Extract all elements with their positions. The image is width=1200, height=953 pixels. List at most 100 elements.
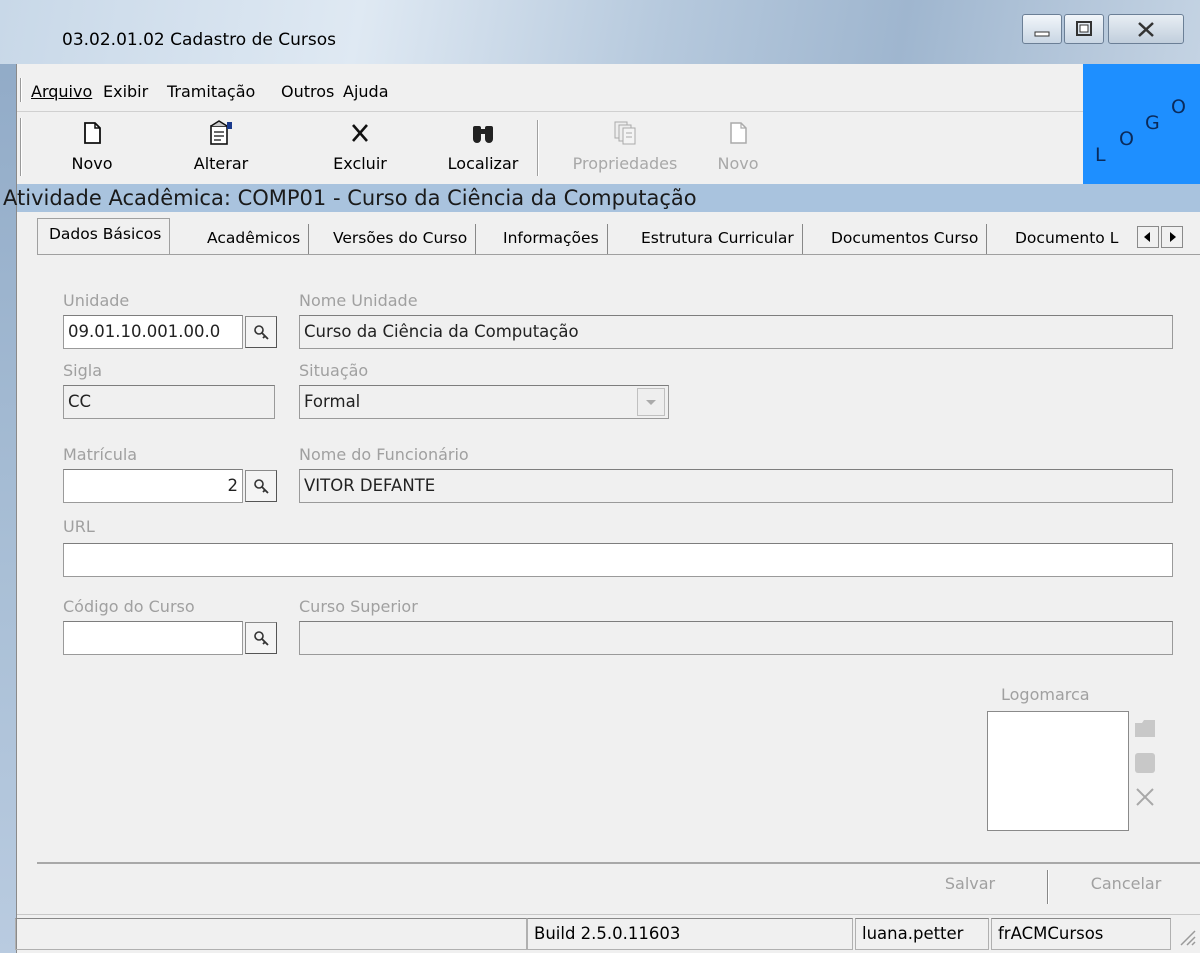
novo2-label: Novo xyxy=(717,154,759,173)
tab-academicos[interactable]: Acadêmicos xyxy=(199,224,310,256)
dados-basicos-panel: Unidade 09.01.10.001.00.0 Nome Unidade C… xyxy=(37,254,1200,864)
client-area: Arquivo Exibir Tramitação Outros Ajuda N… xyxy=(3,64,1200,953)
tab-informacoes-label: Informações xyxy=(503,229,599,247)
localizar-button[interactable]: Localizar xyxy=(437,114,529,182)
tab-versoes-do-curso[interactable]: Versões do Curso xyxy=(325,224,477,256)
tab-dados-basicos-label: Dados Básicos xyxy=(49,225,162,243)
logo-letter-l: L xyxy=(1095,144,1106,166)
footer-separator xyxy=(1047,870,1049,904)
menu-exibir-label: Exibir xyxy=(103,82,149,101)
application-window: 03.02.01.02 Cadastro de Cursos Arquivo E… xyxy=(0,0,1200,953)
edit-document-icon xyxy=(183,120,259,146)
menu-tramitacao[interactable]: Tramitação xyxy=(167,82,255,101)
propriedades-label: Propriedades xyxy=(572,154,678,173)
activity-title: Atividade Acadêmica: COMP01 - Curso da C… xyxy=(3,186,697,210)
novo-button[interactable]: Novo xyxy=(57,114,127,182)
excluir-button[interactable]: Excluir xyxy=(325,114,395,182)
logo-letter-o1: O xyxy=(1119,128,1134,150)
salvar-button[interactable]: Salvar xyxy=(907,864,1033,904)
properties-icon xyxy=(565,120,685,146)
title-bar[interactable]: 03.02.01.02 Cadastro de Cursos xyxy=(0,0,1200,64)
menu-outros[interactable]: Outros xyxy=(281,82,334,101)
tab-scroll-left-button[interactable] xyxy=(1137,226,1159,248)
new-document-disabled-icon xyxy=(703,120,773,146)
status-user: luana.petter xyxy=(855,918,989,950)
tab-informacoes[interactable]: Informações xyxy=(495,224,608,256)
url-field[interactable] xyxy=(63,543,1173,577)
matricula-search-button[interactable] xyxy=(245,470,277,502)
maximize-button[interactable] xyxy=(1064,14,1104,44)
situacao-dropdown-button[interactable] xyxy=(637,388,665,416)
nome-unidade-field[interactable]: Curso da Ciência da Computação xyxy=(299,315,1173,349)
codigo-curso-field[interactable] xyxy=(63,621,243,655)
tab-documento-l[interactable]: Documento L xyxy=(1007,224,1135,256)
alterar-label: Alterar xyxy=(193,154,249,173)
menu-exibir[interactable]: Exibir xyxy=(103,82,148,101)
novo2-button[interactable]: Novo xyxy=(703,114,773,182)
minimize-icon xyxy=(1034,31,1050,37)
propriedades-button[interactable]: Propriedades xyxy=(565,114,685,182)
open-folder-icon[interactable] xyxy=(1133,717,1159,741)
localizar-label: Localizar xyxy=(447,154,519,173)
clear-image-icon[interactable] xyxy=(1133,785,1159,811)
menu-outros-label: Outros xyxy=(281,82,335,101)
url-label: URL xyxy=(63,517,95,536)
maximize-icon xyxy=(1076,21,1092,36)
status-bar: Build 2.5.0.11603 luana.petter frACMCurs… xyxy=(15,914,1200,953)
cancelar-button[interactable]: Cancelar xyxy=(1061,864,1191,904)
new-document-icon xyxy=(57,120,127,146)
curso-superior-field[interactable] xyxy=(299,621,1173,655)
minimize-button[interactable] xyxy=(1022,14,1062,44)
menu-ajuda[interactable]: Ajuda xyxy=(343,82,389,101)
arrow-right-icon xyxy=(1170,232,1176,242)
tab-estrutura-label: Estrutura Curricular xyxy=(641,229,794,247)
tab-strip: Dados Básicos Acadêmicos Versões do Curs… xyxy=(17,216,1200,256)
tab-documentos-label: Documentos Curso xyxy=(831,229,979,247)
cancelar-label: Cancelar xyxy=(1090,874,1162,893)
nome-funcionario-field[interactable]: VITOR DEFANTE xyxy=(299,469,1173,503)
situacao-value: Formal xyxy=(304,392,361,411)
unidade-field[interactable]: 09.01.10.001.00.0 xyxy=(63,315,243,349)
logo-letter-o2: O xyxy=(1171,96,1186,118)
binoculars-icon xyxy=(437,120,529,146)
situacao-select[interactable]: Formal xyxy=(299,385,669,419)
menu-ajuda-label: Ajuda xyxy=(343,82,389,101)
codigo-curso-search-button[interactable] xyxy=(245,622,277,654)
menu-bar: Arquivo Exibir Tramitação Outros Ajuda xyxy=(17,64,1083,112)
tab-documento-l-label: Documento L xyxy=(1015,229,1119,247)
toolbar: Novo Alterar Excluir Localizar Proprieda… xyxy=(17,112,1083,184)
sigla-label: Sigla xyxy=(63,361,103,380)
status-form: frACMCursos xyxy=(991,918,1171,950)
close-button[interactable] xyxy=(1108,14,1184,44)
menu-tramitacao-label: Tramitação xyxy=(167,82,256,101)
menu-arquivo[interactable]: Arquivo xyxy=(31,82,92,101)
alterar-button[interactable]: Alterar xyxy=(183,114,259,182)
unidade-search-button[interactable] xyxy=(245,316,277,348)
menu-arquivo-label: Arquivo xyxy=(31,82,93,101)
activity-header: Atividade Acadêmica: COMP01 - Curso da C… xyxy=(3,184,1200,212)
nome-unidade-label: Nome Unidade xyxy=(299,291,418,310)
salvar-label: Salvar xyxy=(944,874,996,893)
tab-documentos-curso[interactable]: Documentos Curso xyxy=(823,224,988,256)
excluir-label: Excluir xyxy=(333,154,387,173)
status-cell-empty xyxy=(15,918,527,950)
curso-superior-label: Curso Superior xyxy=(299,597,418,616)
tab-dados-basicos[interactable]: Dados Básicos xyxy=(37,218,171,256)
status-build: Build 2.5.0.11603 xyxy=(527,918,853,950)
sigla-field[interactable]: CC xyxy=(63,385,275,419)
unidade-label: Unidade xyxy=(63,291,130,310)
logomarca-image-box[interactable] xyxy=(987,711,1129,831)
arrow-left-icon xyxy=(1144,232,1150,242)
magnifier-key-icon xyxy=(254,325,269,340)
tab-versoes-label: Versões do Curso xyxy=(333,229,468,247)
novo-label: Novo xyxy=(71,154,113,173)
logo-letter-g: G xyxy=(1145,112,1160,134)
matricula-field[interactable]: 2 xyxy=(63,469,243,503)
tab-academicos-label: Acadêmicos xyxy=(207,229,301,247)
tab-scroll-right-button[interactable] xyxy=(1161,226,1183,248)
tab-estrutura-curricular[interactable]: Estrutura Curricular xyxy=(633,224,803,256)
x-delete-icon xyxy=(325,120,395,146)
resize-grip-icon[interactable] xyxy=(1177,927,1197,947)
window-title: 03.02.01.02 Cadastro de Cursos xyxy=(62,30,336,50)
save-image-icon[interactable] xyxy=(1133,751,1159,777)
